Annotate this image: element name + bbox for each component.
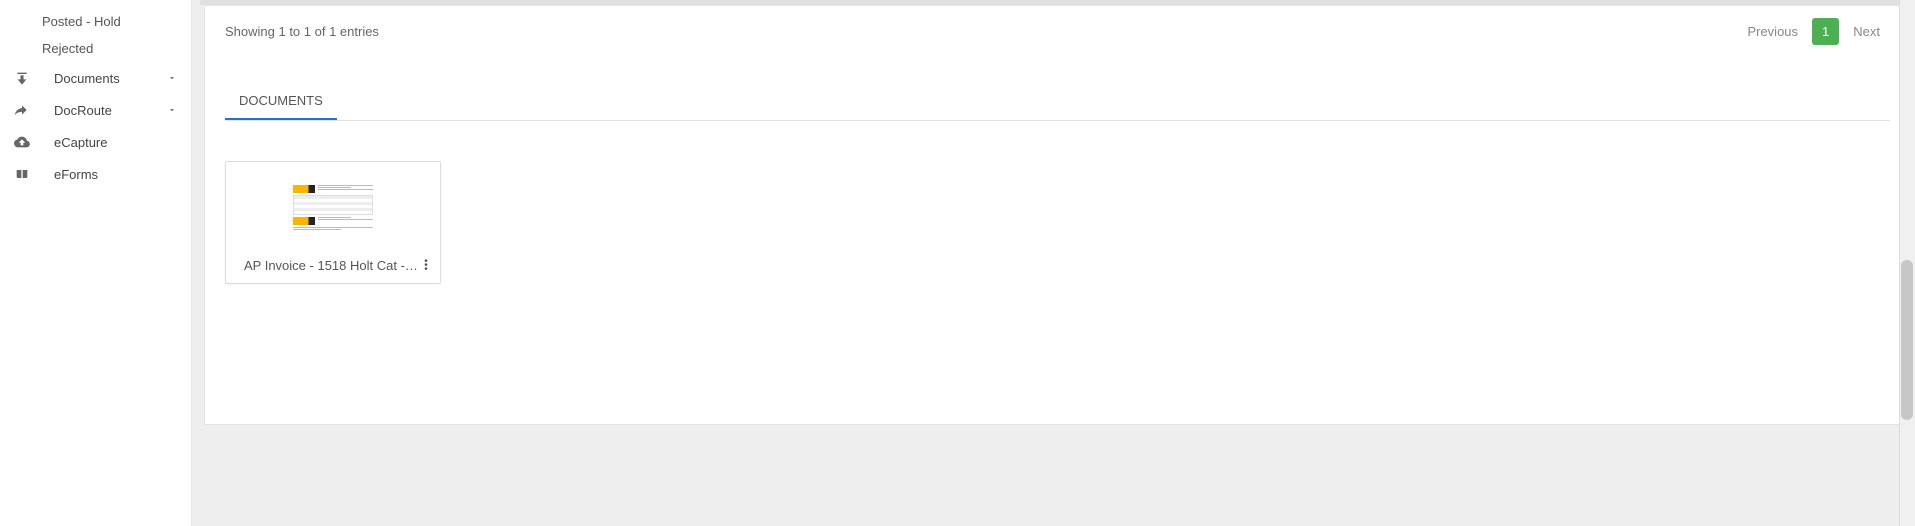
scrollbar-thumb[interactable] [1901, 260, 1913, 420]
sidebar-subitem-rejected[interactable]: Rejected [0, 35, 191, 62]
sidebar-item-label: DocRoute [54, 103, 167, 118]
documents-grid: AP Invoice - 1518 Holt Cat -… ••• [225, 121, 1890, 284]
scrollbar-vertical[interactable] [1899, 0, 1915, 526]
chevron-down-icon [167, 105, 177, 115]
sidebar: Posted - Hold Rejected Documents DocRout… [0, 0, 192, 526]
document-thumbnail [226, 162, 440, 252]
document-title: AP Invoice - 1518 Holt Cat -… [244, 258, 418, 273]
sidebar-item-label: Documents [54, 71, 167, 86]
sidebar-item-eforms[interactable]: eForms [0, 158, 191, 190]
sidebar-item-ecapture[interactable]: eCapture [0, 126, 191, 158]
content-panel: Showing 1 to 1 of 1 entries Previous 1 N… [204, 5, 1911, 425]
sidebar-item-label: eCapture [54, 135, 177, 150]
download-icon [14, 70, 30, 86]
entries-info: Showing 1 to 1 of 1 entries [225, 24, 379, 39]
document-card-footer: AP Invoice - 1518 Holt Cat -… ••• [226, 252, 440, 283]
book-icon [14, 166, 30, 182]
pagination: Previous 1 Next [1737, 18, 1890, 45]
table-footer: Showing 1 to 1 of 1 entries Previous 1 N… [225, 6, 1890, 53]
sidebar-subitem-posted-hold[interactable]: Posted - Hold [0, 8, 191, 35]
sidebar-item-docroute[interactable]: DocRoute [0, 94, 191, 126]
cloud-upload-icon [14, 134, 30, 150]
tabs: DOCUMENTS [225, 83, 1890, 121]
pagination-page-1[interactable]: 1 [1812, 18, 1839, 45]
main-content: Showing 1 to 1 of 1 entries Previous 1 N… [192, 0, 1915, 526]
share-icon [14, 102, 30, 118]
tab-documents[interactable]: DOCUMENTS [225, 83, 337, 120]
pagination-next[interactable]: Next [1843, 18, 1890, 45]
sidebar-item-label: eForms [54, 167, 177, 182]
sidebar-item-documents[interactable]: Documents [0, 62, 191, 94]
chevron-down-icon [167, 73, 177, 83]
kebab-menu-icon[interactable]: ••• [418, 260, 434, 272]
pagination-previous[interactable]: Previous [1737, 18, 1808, 45]
document-card[interactable]: AP Invoice - 1518 Holt Cat -… ••• [225, 161, 441, 284]
